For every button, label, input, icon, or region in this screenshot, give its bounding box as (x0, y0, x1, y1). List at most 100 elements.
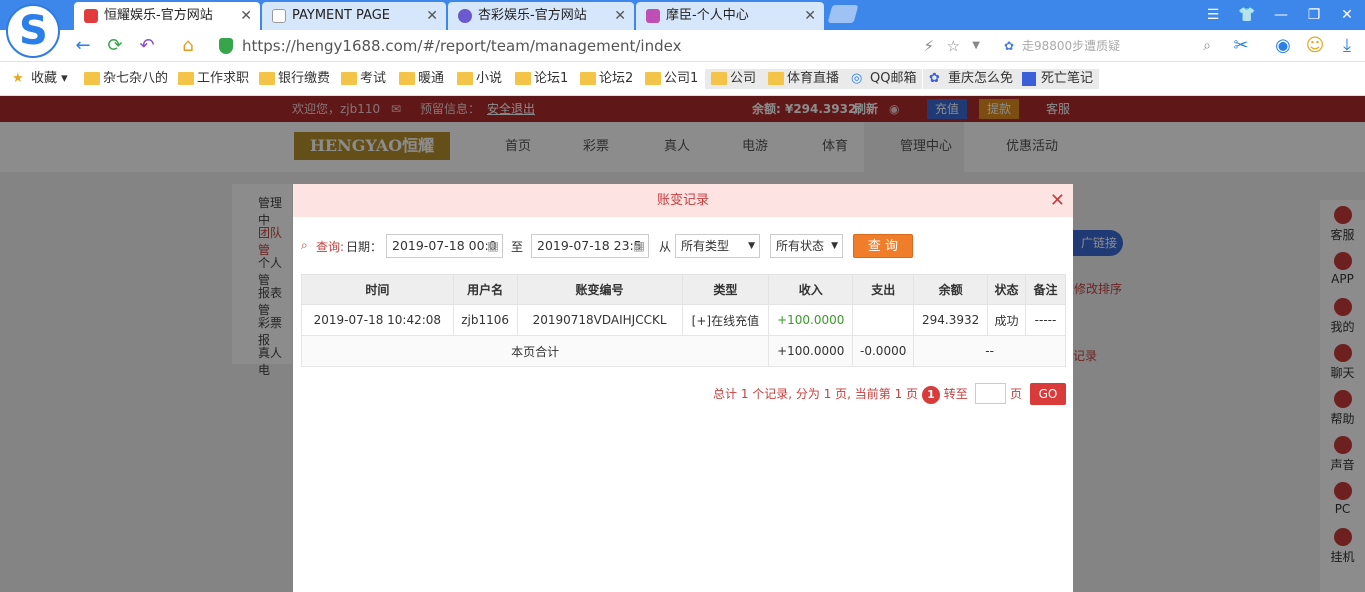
secure-shield-icon (219, 38, 233, 54)
home-icon[interactable]: ⌂ (177, 35, 199, 57)
transaction-record-modal: 账变记录 ✕ ⌕ 查询: 日期： 2019-07-18 00:0 ▦ 至 2019… (293, 184, 1073, 592)
page-jump-input[interactable] (975, 383, 1006, 404)
bookmark-favorites[interactable]: ★ 收藏 ▾ (12, 69, 68, 89)
reload-icon[interactable]: ⟳ (104, 35, 126, 57)
sogou-browser-logo: S (6, 4, 60, 58)
cell-time: 2019-07-18 10:42:08 (301, 304, 454, 336)
tab-payment[interactable]: PAYMENT PAGE ✕ (262, 2, 446, 30)
star-icon[interactable]: ☆ (947, 33, 960, 59)
search-icon: ⌕ (301, 238, 308, 252)
bookmark-folder[interactable]: 暖通 (399, 69, 444, 89)
paw-icon: ✿ (1004, 39, 1015, 53)
tab-title: 杏彩娱乐-官方网站 (478, 8, 587, 23)
cell-expense (852, 304, 915, 336)
date-to-input[interactable]: 2019-07-18 23:5 ▦ (531, 234, 649, 258)
xingcai-favicon-icon (458, 9, 472, 23)
menu-icon[interactable]: ☰ (1204, 6, 1222, 24)
minimize-icon[interactable]: — (1272, 6, 1290, 24)
folder-icon (711, 72, 727, 85)
summary-income: +100.0000 (768, 335, 854, 367)
search-placeholder: 走98800步遭质疑 (1022, 39, 1121, 53)
address-bar[interactable]: https://hengy1688.com/#/report/team/mana… (212, 33, 990, 59)
goto-label: 转至 (943, 387, 968, 401)
download-icon[interactable]: ⤓ (1336, 35, 1358, 57)
bookmark-folder[interactable]: 体育直播 (762, 69, 846, 89)
close-tab-icon[interactable]: ✕ (240, 2, 252, 30)
pager-summary: 总计 1 个记录, 分为 1 页, 当前第 1 页 (713, 387, 919, 401)
bookmark-label: QQ邮箱 (870, 71, 917, 86)
new-tab-button[interactable] (827, 5, 859, 23)
bookmark-folder[interactable]: 公司1 (645, 69, 698, 89)
bookmark-qqmail[interactable]: ◎ QQ邮箱 (845, 69, 923, 89)
tab-hengyao[interactable]: 恒耀娱乐-官方网站 ✕ (74, 2, 260, 30)
cell-user: zjb1106 (452, 304, 518, 336)
tab-xingcai[interactable]: 杏彩娱乐-官方网站 ✕ (448, 2, 634, 30)
smile-icon[interactable]: ☺ (1304, 35, 1326, 57)
restore-icon[interactable]: ❐ (1305, 6, 1323, 24)
tab-title: PAYMENT PAGE (292, 8, 391, 23)
scissors-icon[interactable]: ✂ (1230, 35, 1252, 57)
calendar-icon: ▦ (633, 238, 645, 253)
bookmark-label: 死亡笔记 (1041, 71, 1094, 86)
bookmark-folder[interactable]: 工作求职 (178, 69, 249, 89)
close-window-icon[interactable]: ✕ (1338, 6, 1356, 24)
from-label: 从 (659, 240, 672, 254)
folder-icon (768, 72, 784, 85)
query-button[interactable]: 查 询 (853, 234, 913, 258)
screen-icon[interactable]: ◉ (1272, 35, 1294, 57)
bookmark-folder[interactable]: 小说 (457, 69, 502, 89)
back-icon[interactable]: ← (72, 35, 94, 57)
cell-income: +100.0000 (768, 304, 854, 336)
folder-icon (580, 72, 596, 85)
close-tab-icon[interactable]: ✕ (426, 2, 438, 30)
dropdown-icon[interactable]: ▼ (972, 33, 980, 59)
bookmark-label: 论坛2 (599, 71, 634, 86)
star-icon: ★ (12, 71, 24, 86)
folder-icon (84, 72, 100, 85)
speed-icon[interactable]: ⚡ (923, 33, 934, 59)
date-to-value: 2019-07-18 23:5 (537, 238, 642, 253)
bookmark-deathnote[interactable]: 死亡笔记 (1016, 69, 1100, 89)
bookmark-site-icon (1022, 72, 1036, 86)
status-select[interactable]: 所有状态 (770, 234, 843, 258)
bookmark-baidu[interactable]: ✿ 重庆怎么免 (923, 69, 1020, 89)
page-unit-label: 页 (1010, 387, 1023, 401)
type-select[interactable]: 所有类型 (675, 234, 760, 258)
paw-icon: ✿ (929, 71, 940, 86)
date-from-input[interactable]: 2019-07-18 00:0 ▦ (386, 234, 503, 258)
cell-id: 20190718VDAIHJCCKL (516, 304, 683, 336)
search-box[interactable]: ✿ 走98800步遭质疑 ⌕ (1000, 33, 1215, 59)
folder-icon (399, 72, 415, 85)
skin-icon[interactable]: 👕 (1238, 6, 1256, 24)
table-header-row: 时间 用户名 账变编号 类型 收入 支出 余额 状态 备注 (301, 274, 1066, 305)
tab-mochen[interactable]: 摩臣-个人中心 ✕ (636, 2, 824, 30)
search-icon[interactable]: ⌕ (1203, 33, 1211, 59)
folder-icon (457, 72, 473, 85)
summary-rest: -- (913, 335, 1066, 367)
summary-expense: -0.0000 (852, 335, 915, 367)
undo-icon[interactable]: ↶ (136, 35, 158, 57)
bookmark-folder[interactable]: 论坛1 (515, 69, 568, 89)
close-icon[interactable]: ✕ (1050, 184, 1065, 217)
col-user: 用户名 (452, 274, 518, 305)
bookmark-folder[interactable]: 公司 (705, 69, 763, 89)
bookmark-label: 公司 (730, 71, 757, 86)
col-status: 状态 (987, 274, 1027, 305)
close-tab-icon[interactable]: ✕ (804, 2, 816, 30)
calendar-icon: ▦ (487, 238, 499, 253)
col-note: 备注 (1025, 274, 1066, 305)
bookmark-label: 论坛1 (534, 71, 569, 86)
cell-type: [+]在线充值 (681, 304, 770, 336)
bookmark-label: 考试 (360, 71, 387, 86)
bookmark-folder[interactable]: 考试 (341, 69, 386, 89)
bookmark-label: 体育直播 (787, 71, 840, 86)
table-row[interactable]: 2019-07-18 10:42:08 zjb1106 20190718VDAI… (301, 304, 1066, 336)
col-expense: 支出 (852, 274, 915, 305)
go-button[interactable]: GO (1030, 383, 1066, 405)
bookmark-folder[interactable]: 银行缴费 (259, 69, 330, 89)
page-number-button[interactable]: 1 (921, 386, 940, 404)
mochen-favicon-icon (646, 9, 660, 23)
bookmark-folder[interactable]: 杂七杂八的 (84, 69, 168, 89)
bookmark-folder[interactable]: 论坛2 (580, 69, 633, 89)
close-tab-icon[interactable]: ✕ (614, 2, 626, 30)
